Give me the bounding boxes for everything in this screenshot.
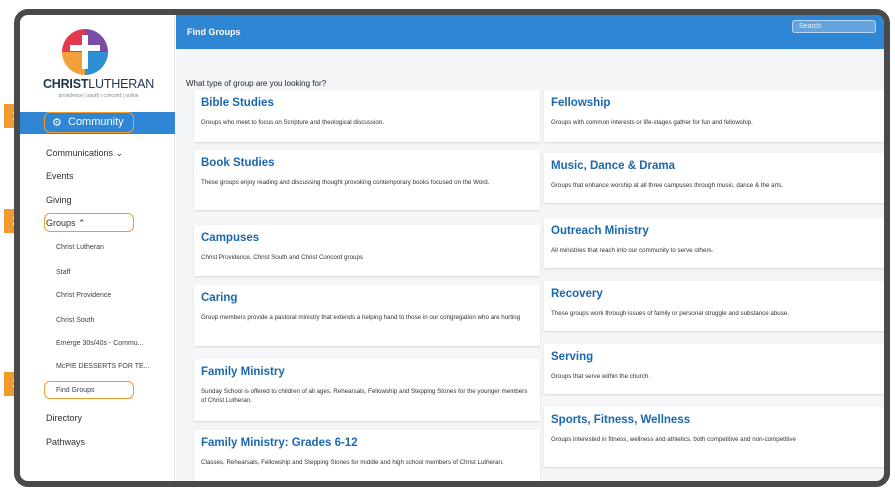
group-card-title: Serving — [551, 351, 594, 363]
group-card-recovery[interactable]: Recovery These groups work through issue… — [544, 281, 884, 331]
group-card-family-ministry[interactable]: Family Ministry Sunday School is offered… — [194, 359, 540, 421]
group-type-question: What type of group are you looking for? — [186, 79, 327, 88]
group-card-description: Groups with common interests or life-sta… — [551, 119, 753, 126]
header-bar: Find Groups — [176, 15, 884, 49]
group-card-outreach-ministry[interactable]: Outreach Ministry All ministries that re… — [544, 218, 884, 268]
group-card-title: Outreach Ministry — [551, 225, 649, 237]
group-card-title: Caring — [201, 292, 238, 304]
sidebar-item-pathways[interactable]: Pathways — [46, 437, 85, 447]
sidebar-subitem-christ-lutheran[interactable]: Christ Lutheran — [56, 244, 104, 251]
page-title: Find Groups — [187, 27, 241, 37]
group-card-description: These groups enjoy reading and discussin… — [201, 179, 490, 186]
group-card-title: Music, Dance & Drama — [551, 160, 675, 172]
group-card-description: Groups interested in fitness, wellness a… — [551, 436, 796, 443]
group-card-title: Campuses — [201, 232, 260, 244]
group-card-title: Bible Studies — [201, 97, 274, 109]
group-card-description: Classes, Rehearsals, Fellowship and Step… — [201, 459, 504, 466]
group-card-description: Group members provide a pastoral ministr… — [201, 314, 521, 321]
highlight-outline-groups — [44, 213, 134, 232]
sidebar: CHRISTLUTHERAN providence | south | conc… — [20, 15, 175, 481]
brand-tagline: providence | south | concord | online — [58, 93, 139, 99]
group-card-description: Groups that serve within the church. — [551, 373, 651, 380]
sidebar-item-giving[interactable]: Giving — [46, 195, 72, 205]
sidebar-subitem-mcpie-desserts[interactable]: McPIE DESSERTS FOR TE... — [56, 363, 149, 370]
group-card-description: Sunday School is offered to children of … — [201, 388, 528, 404]
group-card-caring[interactable]: Caring Group members provide a pastoral … — [194, 285, 540, 346]
church-logo-icon — [62, 29, 108, 75]
group-card-description: These groups work through issues of fami… — [551, 310, 790, 317]
group-card-campuses[interactable]: Campuses Christ Providence, Christ South… — [194, 225, 540, 276]
sidebar-subitem-christ-south[interactable]: Christ South — [56, 317, 95, 324]
group-card-sports-fitness-wellness[interactable]: Sports, Fitness, Wellness Groups interes… — [544, 407, 884, 467]
group-card-title: Recovery — [551, 288, 603, 300]
group-card-music-dance-drama[interactable]: Music, Dance & Drama Groups that enhance… — [544, 153, 884, 203]
group-card-title: Book Studies — [201, 157, 275, 169]
group-card-description: Christ Providence, Christ South and Chri… — [201, 254, 363, 261]
group-card-title: Family Ministry: Grades 6-12 — [201, 437, 358, 449]
group-card-book-studies[interactable]: Book Studies These groups enjoy reading … — [194, 150, 540, 210]
sidebar-item-directory[interactable]: Directory — [46, 413, 82, 423]
group-card-description: All ministries that reach into our commu… — [551, 247, 714, 254]
group-card-title: Family Ministry — [201, 366, 285, 378]
brand-name: CHRISTLUTHERAN — [42, 77, 155, 91]
sidebar-item-events[interactable]: Events — [46, 171, 74, 181]
sidebar-item-communications[interactable]: Communications ⌄ — [46, 148, 123, 159]
group-card-description: Groups who meet to focus on Scripture an… — [201, 119, 384, 126]
main-content: What type of group are you looking for? … — [176, 49, 884, 481]
highlight-outline-find-groups — [44, 381, 134, 399]
search-input[interactable] — [792, 20, 876, 33]
highlight-outline-community — [44, 112, 134, 133]
group-card-family-ministry-grades[interactable]: Family Ministry: Grades 6-12 Classes, Re… — [194, 430, 540, 481]
group-card-bible-studies[interactable]: Bible Studies Groups who meet to focus o… — [194, 90, 540, 142]
group-card-title: Fellowship — [551, 97, 611, 109]
sidebar-subitem-emerge[interactable]: Emerge 30s/40s - Commu... — [56, 340, 144, 347]
group-card-description: Groups that enhance worship at all three… — [551, 182, 784, 189]
group-card-title: Sports, Fitness, Wellness — [551, 414, 691, 426]
group-card-serving[interactable]: Serving Groups that serve within the chu… — [544, 344, 884, 394]
group-card-fellowship[interactable]: Fellowship Groups with common interests … — [544, 90, 884, 142]
app-window: CHRISTLUTHERAN providence | south | conc… — [14, 9, 890, 487]
sidebar-subitem-christ-providence[interactable]: Christ Providence — [56, 292, 111, 299]
sidebar-subitem-staff[interactable]: Staff — [56, 269, 70, 276]
